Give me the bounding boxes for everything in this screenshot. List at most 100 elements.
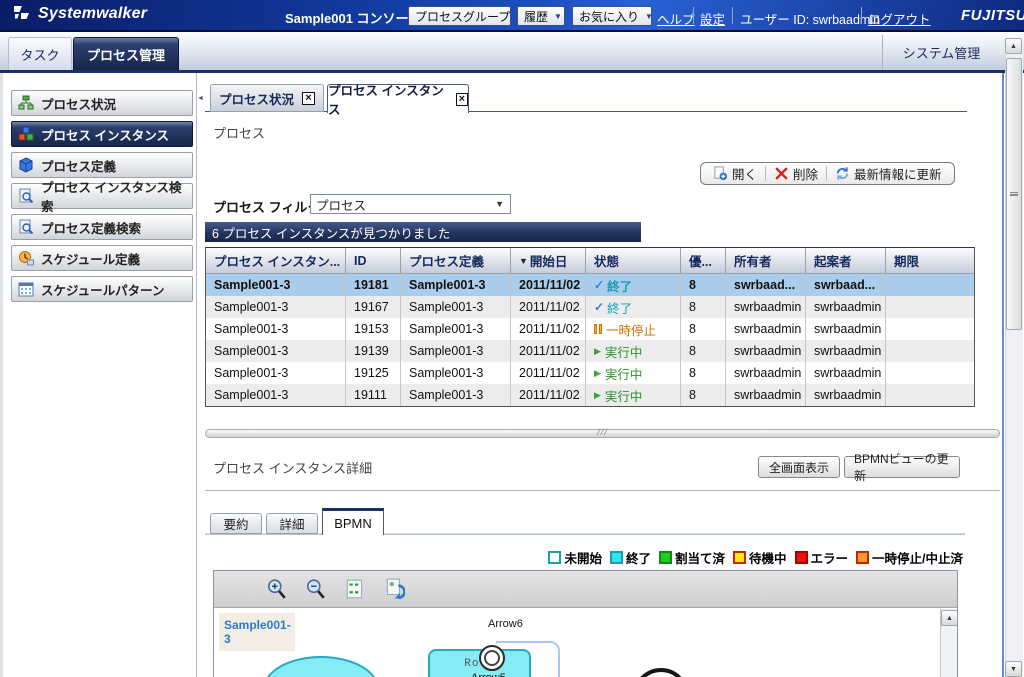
zoom-in-button[interactable] [264, 576, 290, 602]
sidebar-item-process-instance[interactable]: プロセス インスタンス [11, 121, 193, 147]
update-view-button[interactable] [381, 576, 407, 602]
close-icon[interactable]: × [302, 92, 315, 105]
play-icon: ▶ [594, 346, 601, 357]
delete-button[interactable]: 削除 [766, 163, 826, 184]
systemwalker-logo: Systemwalker [12, 5, 147, 23]
bpmn-vertical-scrollbar[interactable]: ▲ [940, 609, 958, 677]
cell-definition: Sample001-3 [401, 362, 511, 384]
column-header-definition[interactable]: プロセス定義 [401, 248, 511, 274]
application-window: Systemwalker Sample001 コンソール プロセスグループ ▼ … [0, 0, 1024, 677]
bpmn-event-node[interactable] [633, 668, 689, 677]
scroll-down-icon: ▼ [1010, 666, 1017, 673]
legend-item-paused-aborted: 一時停止/中止済 [856, 548, 963, 567]
zoom-out-button[interactable] [303, 576, 329, 602]
header-divider [693, 7, 694, 24]
cell-instance: Sample001-3 [206, 340, 346, 362]
search-document-icon [18, 219, 34, 235]
product-name: Systemwalker [38, 5, 147, 23]
page-vertical-scrollbar[interactable]: ▲ ▼ [1005, 38, 1023, 677]
calendar-icon [18, 281, 34, 297]
cell-start-date: 2011/11/02 [511, 296, 586, 318]
history-dropdown[interactable]: 履歴 ▼ [517, 6, 565, 26]
bpmn-ellipse-node[interactable] [263, 656, 379, 677]
column-header-deadline[interactable]: 期限 [886, 248, 974, 274]
header-divider [732, 7, 733, 24]
content-right-edge [1002, 73, 1004, 677]
tab-detail[interactable]: 詳細 [266, 513, 318, 534]
column-header-start-date[interactable]: ▼ 開始日 [511, 248, 586, 274]
collapse-left-icon: ◄ [197, 95, 204, 102]
open-button[interactable]: 開く [705, 163, 765, 184]
bpmn-canvas[interactable]: Sample001-3 Arrow6 Role Arrow5 [214, 609, 939, 677]
close-icon[interactable]: × [456, 93, 468, 106]
scrollbar-thumb[interactable] [1006, 58, 1022, 330]
legend-swatch [733, 551, 746, 564]
cell-state: ✓ 終了 [586, 274, 681, 296]
legend-item-error: エラー [795, 548, 849, 567]
fit-to-page-button[interactable] [342, 576, 368, 602]
table-row[interactable]: Sample001-3 19139 Sample001-3 2011/11/02… [206, 340, 974, 362]
play-icon: ▶ [594, 368, 601, 379]
cell-priority: 8 [681, 318, 726, 340]
table-row[interactable]: Sample001-3 19181 Sample001-3 2011/11/02… [206, 274, 974, 296]
systemwalker-logo-icon [12, 5, 32, 23]
table-row[interactable]: Sample001-3 19125 Sample001-3 2011/11/02… [206, 362, 974, 384]
process-group-dropdown[interactable]: プロセスグループ ▼ [408, 6, 511, 26]
tab-system-management[interactable]: システム管理 [882, 35, 1000, 70]
sidebar-item-schedule-pattern[interactable]: スケジュールパターン [11, 276, 193, 302]
check-icon: ✓ [594, 300, 604, 314]
table-row[interactable]: Sample001-3 19111 Sample001-3 2011/11/02… [206, 384, 974, 406]
column-header-id[interactable]: ID [346, 248, 401, 274]
sidebar-collapse-handle[interactable]: ◄ [196, 73, 203, 677]
table-row[interactable]: Sample001-3 19167 Sample001-3 2011/11/02… [206, 296, 974, 318]
cell-priority: 8 [681, 274, 726, 296]
scroll-up-button[interactable]: ▲ [1005, 38, 1022, 54]
logout-link[interactable]: ログアウト [868, 9, 931, 28]
table-row[interactable]: Sample001-3 19153 Sample001-3 2011/11/02… [206, 318, 974, 340]
column-header-owner[interactable]: 所有者 [726, 248, 806, 274]
cell-state: ▶ 実行中 [586, 384, 681, 406]
doc-tab-process-instance[interactable]: プロセス インスタンス × [327, 84, 469, 113]
horizontal-splitter[interactable]: /// [205, 429, 1000, 438]
help-link[interactable]: ヘルプ [657, 9, 695, 28]
doc-tab-process-status[interactable]: プロセス状況 × [210, 84, 324, 112]
column-header-instance[interactable]: プロセス インスタン... [206, 248, 346, 274]
scroll-down-button[interactable]: ▼ [1005, 661, 1022, 677]
process-filter-select[interactable]: プロセス ▼ [310, 194, 511, 214]
cell-priority: 8 [681, 384, 726, 406]
refresh-button[interactable]: 最新情報に更新 [827, 163, 950, 184]
zoom-out-icon [305, 578, 327, 600]
fullscreen-button[interactable]: 全画面表示 [758, 456, 840, 478]
column-header-priority[interactable]: 優... [681, 248, 726, 274]
favorites-dropdown[interactable]: お気に入り ▼ [572, 6, 652, 26]
scroll-up-button[interactable]: ▲ [941, 610, 958, 626]
update-view-icon [383, 578, 405, 600]
sidebar-item-process-instance-search[interactable]: プロセス インスタンス検索 [11, 183, 193, 209]
sidebar-item-process-definition-search[interactable]: プロセス定義検索 [11, 214, 193, 240]
result-count-bar: 6 プロセス インスタンスが見つかりました [205, 222, 641, 242]
chevron-down-icon: ▼ [645, 12, 653, 21]
settings-link[interactable]: 設定 [700, 9, 725, 28]
tab-bpmn[interactable]: BPMN [322, 508, 384, 535]
tab-task[interactable]: タスク [8, 37, 72, 70]
cell-deadline [886, 362, 974, 384]
console-title: Sample001 コンソール [285, 8, 422, 27]
sidebar-item-schedule-definition[interactable]: スケジュール定義 [11, 245, 193, 271]
tab-process-management[interactable]: プロセス管理 [73, 37, 179, 70]
bpmn-intermediate-event-icon[interactable] [479, 645, 505, 671]
column-header-initiator[interactable]: 起案者 [806, 248, 886, 274]
cell-state: ▶ 実行中 [586, 340, 681, 362]
column-header-state[interactable]: 状態 [586, 248, 681, 274]
tab-summary[interactable]: 要約 [210, 513, 262, 534]
bpmn-update-button[interactable]: BPMNビューの更新 [844, 456, 960, 478]
cell-state: ✓ 終了 [586, 296, 681, 318]
cell-definition: Sample001-3 [401, 296, 511, 318]
subtab-baseline [205, 533, 965, 535]
cell-owner: swrbaadmin [726, 296, 806, 318]
sidebar-item-process-definition[interactable]: プロセス定義 [11, 152, 193, 178]
sidebar-item-process-status[interactable]: プロセス状況 [11, 90, 193, 116]
legend-swatch [659, 551, 672, 564]
cell-priority: 8 [681, 340, 726, 362]
sidebar-item-label: スケジュール定義 [41, 249, 140, 268]
process-filter-label: プロセス フィルタ: [213, 197, 325, 216]
